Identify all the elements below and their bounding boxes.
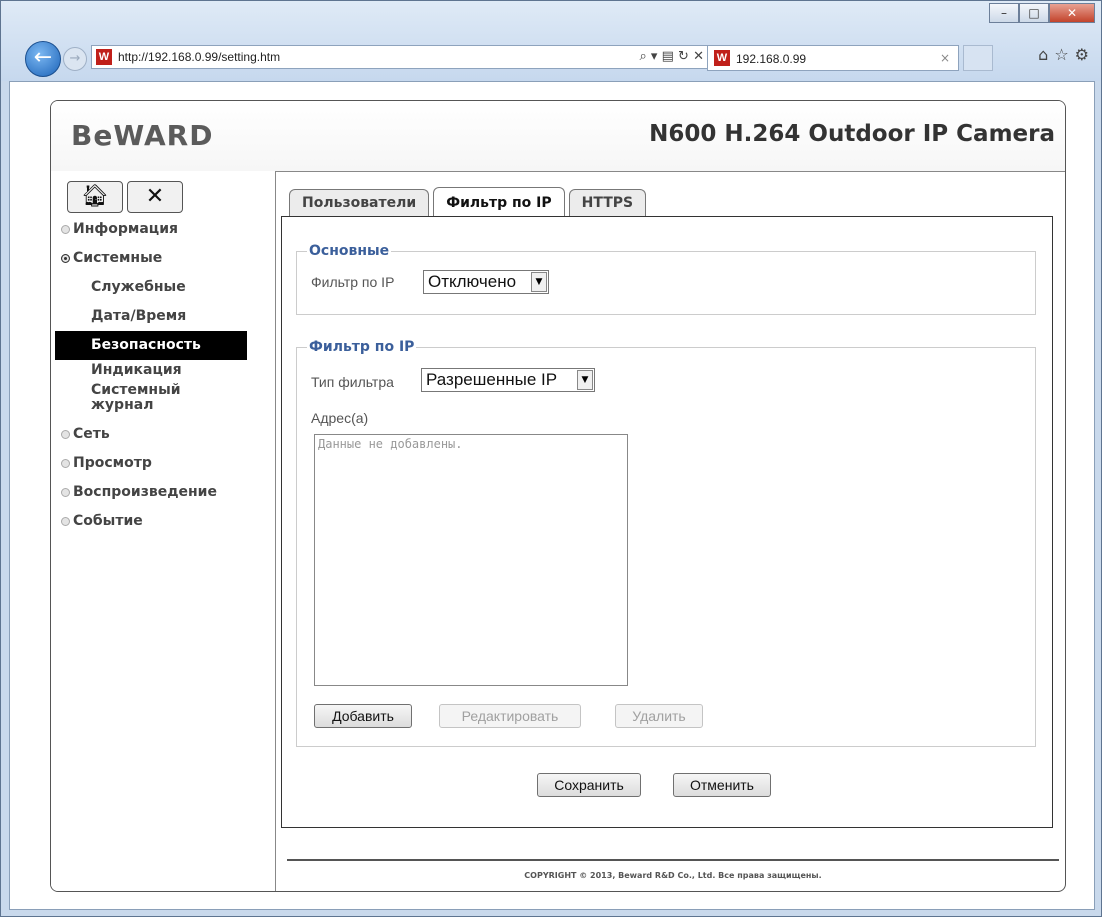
address-bar-icons: ⌕ ▾ ▤ ↻ ✕ bbox=[640, 49, 704, 64]
delete-button[interactable]: Удалить bbox=[615, 704, 703, 728]
refresh-icon[interactable]: ↻ bbox=[678, 49, 689, 64]
camera-model-title: N600 H.264 Outdoor IP Camera bbox=[649, 121, 1055, 147]
sidebar-item-label: Информация bbox=[73, 221, 178, 237]
new-tab-button[interactable] bbox=[963, 45, 993, 71]
bullet-icon bbox=[61, 517, 70, 526]
url-path: /setting.htm bbox=[218, 50, 281, 64]
add-button[interactable]: Добавить bbox=[314, 704, 412, 728]
filter-type-value: Разрешенные IP bbox=[426, 370, 558, 389]
bullet-icon bbox=[61, 254, 70, 263]
sidebar: 🏠︎ ✕ Информация Системные Служебные Дата… bbox=[51, 171, 276, 891]
sidebar-subitem-datetime[interactable]: Дата/Время bbox=[55, 302, 271, 331]
address-list[interactable]: Данные не добавлены. bbox=[314, 434, 628, 686]
copyright-text: COPYRIGHT © 2013, Beward R&D Co., Ltd. В… bbox=[524, 871, 822, 880]
stop-icon[interactable]: ✕ bbox=[693, 49, 704, 64]
sidebar-item-event[interactable]: Событие bbox=[55, 507, 271, 536]
bullet-icon bbox=[61, 225, 70, 234]
beward-logo: BeWARD bbox=[71, 119, 214, 152]
page-header: BeWARD N600 H.264 Outdoor IP Camera bbox=[51, 101, 1065, 172]
basic-legend: Основные bbox=[307, 243, 392, 259]
dropdown-arrow-icon: ▼ bbox=[577, 370, 593, 390]
tab-title: 192.168.0.99 bbox=[736, 52, 807, 66]
sidebar-item-info[interactable]: Информация bbox=[55, 215, 271, 244]
navigation-bar: ← → W http://192.168.0.99/setting.htm ⌕ … bbox=[21, 39, 1095, 77]
sidebar-subitem-syslog[interactable]: Системный журнал bbox=[55, 380, 181, 420]
minimize-icon[interactable]: – bbox=[989, 3, 1019, 23]
star-icon[interactable]: ☆ bbox=[1054, 45, 1074, 64]
filter-type-label: Тип фильтра bbox=[311, 374, 394, 390]
settings-content: Пользователи Фильтр по IP HTTPS Основные… bbox=[281, 187, 1061, 828]
tab-close-icon[interactable]: × bbox=[940, 51, 950, 65]
sidebar-menu: Информация Системные Служебные Дата/Врем… bbox=[55, 215, 271, 536]
address-label: Адрес(а) bbox=[311, 410, 369, 426]
url-host: http://192.168.0.99 bbox=[118, 50, 219, 64]
tab-favicon-icon: W bbox=[714, 50, 730, 66]
back-arrow-icon[interactable]: ← bbox=[25, 41, 61, 77]
bullet-icon bbox=[61, 488, 70, 497]
url-text: http://192.168.0.99/setting.htm bbox=[118, 50, 280, 64]
ip-filter-value: Отключено bbox=[428, 272, 517, 291]
site-favicon-icon: W bbox=[96, 49, 112, 65]
title-bar: – □ ✕ ← → W http://192.168.0.99/setting.… bbox=[1, 1, 1101, 81]
sidebar-item-view[interactable]: Просмотр bbox=[55, 449, 271, 478]
home-icon[interactable]: ⌂ bbox=[1038, 45, 1054, 64]
top-icon-buttons: 🏠︎ ✕ bbox=[67, 181, 183, 213]
close-icon[interactable]: ✕ bbox=[1049, 3, 1095, 23]
bullet-icon bbox=[61, 430, 70, 439]
cancel-button[interactable]: Отменить bbox=[673, 773, 771, 797]
compat-view-icon[interactable]: ▤ bbox=[662, 49, 674, 64]
sidebar-item-label: Сеть bbox=[73, 426, 110, 442]
sidebar-item-system[interactable]: Системные bbox=[55, 244, 271, 273]
page-footer: COPYRIGHT © 2013, Beward R&D Co., Ltd. В… bbox=[287, 859, 1059, 880]
forward-arrow-icon[interactable]: → bbox=[63, 47, 87, 71]
gear-icon[interactable]: ⚙ bbox=[1075, 45, 1095, 64]
tab-panel: Основные Фильтр по IP Отключено ▼ Фильтр… bbox=[281, 216, 1053, 828]
window-controls: – □ ✕ bbox=[989, 3, 1095, 23]
tab-https[interactable]: HTTPS bbox=[568, 189, 647, 216]
tab-ip-filter[interactable]: Фильтр по IP bbox=[433, 187, 565, 216]
tools-icon: ✕ bbox=[145, 184, 165, 209]
browser-right-icons: ⌂☆⚙ bbox=[1038, 45, 1095, 64]
sidebar-item-label: Событие bbox=[73, 513, 143, 529]
camera-page: BeWARD N600 H.264 Outdoor IP Camera 🏠︎ ✕… bbox=[50, 100, 1066, 892]
tab-users[interactable]: Пользователи bbox=[289, 189, 430, 216]
sidebar-item-label: Системные bbox=[73, 250, 163, 266]
sidebar-item-label: Воспроизведение bbox=[73, 484, 217, 500]
edit-button[interactable]: Редактировать bbox=[439, 704, 581, 728]
save-button[interactable]: Сохранить bbox=[537, 773, 641, 797]
sidebar-item-network[interactable]: Сеть bbox=[55, 420, 271, 449]
settings-tabs: Пользователи Фильтр по IP HTTPS bbox=[289, 187, 650, 217]
basic-fieldset: Основные Фильтр по IP Отключено ▼ bbox=[296, 243, 1036, 315]
address-bar[interactable]: W http://192.168.0.99/setting.htm ⌕ ▾ ▤ … bbox=[91, 45, 711, 69]
browser-window: – □ ✕ ← → W http://192.168.0.99/setting.… bbox=[0, 0, 1102, 917]
sidebar-subitem-service[interactable]: Служебные bbox=[55, 273, 271, 302]
filter-type-select[interactable]: Разрешенные IP ▼ bbox=[421, 368, 595, 392]
ip-filter-label: Фильтр по IP bbox=[311, 274, 395, 290]
ip-filter-fieldset: Фильтр по IP Тип фильтра Разрешенные IP … bbox=[296, 339, 1036, 747]
sidebar-subitem-indication[interactable]: Индикация bbox=[55, 360, 271, 380]
sidebar-item-label: Просмотр bbox=[73, 455, 152, 471]
sidebar-item-playback[interactable]: Воспроизведение bbox=[55, 478, 271, 507]
ip-filter-select[interactable]: Отключено ▼ bbox=[423, 270, 549, 294]
settings-button[interactable]: ✕ bbox=[127, 181, 183, 213]
bullet-icon bbox=[61, 459, 70, 468]
ip-filter-legend: Фильтр по IP bbox=[307, 339, 417, 355]
home-icon: 🏠︎ bbox=[81, 184, 109, 209]
search-icon[interactable]: ⌕ ▾ bbox=[640, 49, 658, 64]
browser-tab[interactable]: W 192.168.0.99 × bbox=[707, 45, 959, 71]
dropdown-arrow-icon: ▼ bbox=[531, 272, 547, 292]
home-button[interactable]: 🏠︎ bbox=[67, 181, 123, 213]
browser-viewport: BeWARD N600 H.264 Outdoor IP Camera 🏠︎ ✕… bbox=[9, 81, 1095, 910]
maximize-icon[interactable]: □ bbox=[1019, 3, 1049, 23]
sidebar-subitem-security[interactable]: Безопасность bbox=[55, 331, 247, 360]
